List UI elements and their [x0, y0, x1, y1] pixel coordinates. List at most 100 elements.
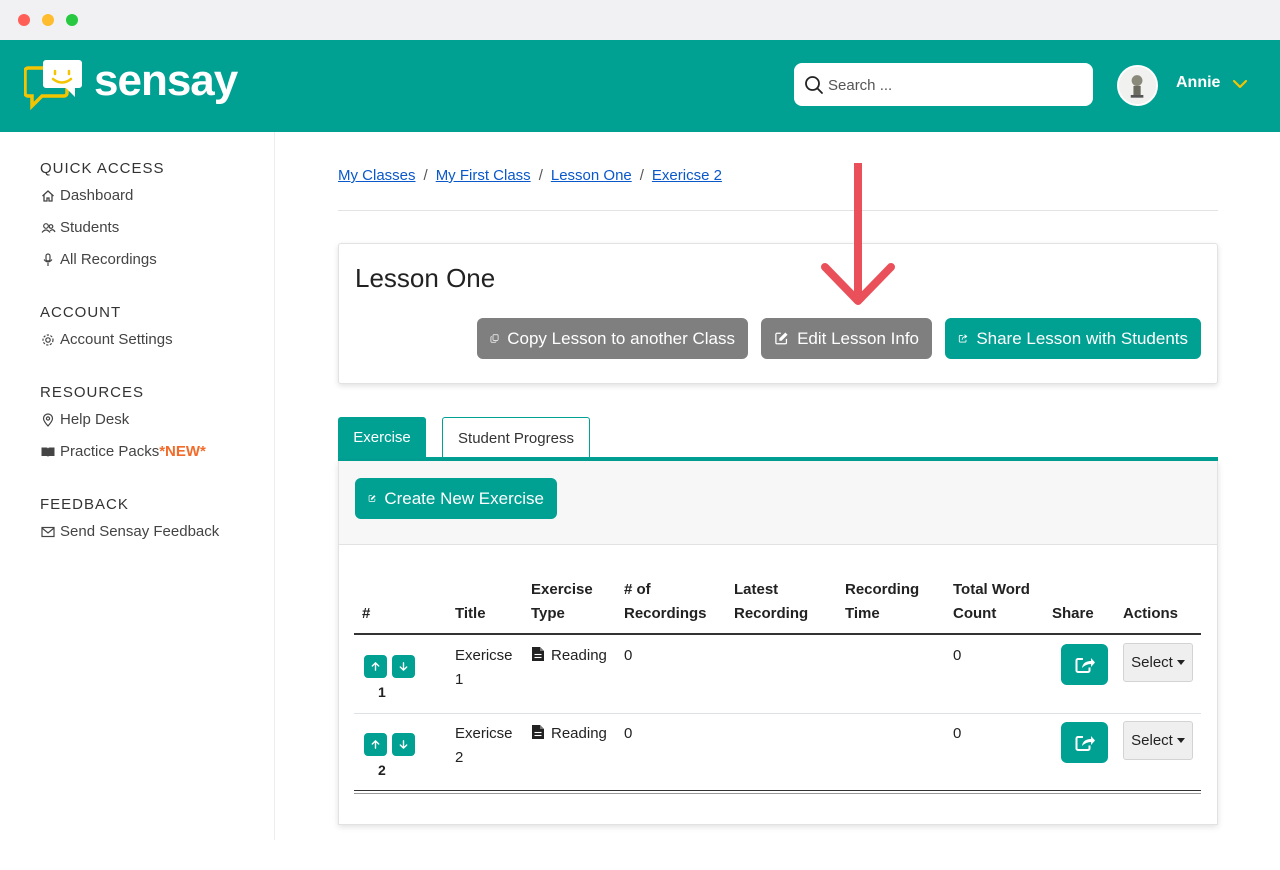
actions-select-dropdown[interactable]: Select	[1123, 643, 1193, 682]
exercise-type: Reading	[531, 722, 607, 746]
logo-chat-bubbles-icon[interactable]	[24, 58, 84, 112]
arrow-down-icon	[399, 740, 408, 749]
move-down-button[interactable]	[392, 655, 415, 678]
sidebar-item-help-desk[interactable]: Help Desk	[40, 411, 129, 428]
column-header-exercise-type: Exercise Type	[531, 581, 593, 622]
move-up-button[interactable]	[364, 655, 387, 678]
envelope-icon	[41, 526, 55, 537]
table-bottom-rule	[354, 793, 1201, 794]
breadcrumb-my-classes[interactable]: My Classes	[338, 167, 416, 184]
move-down-button[interactable]	[392, 733, 415, 756]
sidebar-item-label: Dashboard	[60, 187, 134, 204]
sidebar-heading-feedback: FEEDBACK	[40, 496, 129, 513]
search-box[interactable]	[794, 63, 1093, 106]
copy-icon	[490, 334, 499, 343]
exercise-panel: Create New Exercise	[338, 461, 1218, 825]
caret-down-icon	[1176, 660, 1185, 665]
copy-lesson-button[interactable]: Copy Lesson to another Class	[477, 318, 748, 359]
tab-exercise[interactable]: Exercise	[338, 417, 426, 458]
sidebar-item-label: All Recordings	[60, 251, 157, 268]
share-square-icon	[1075, 735, 1095, 751]
arrow-up-icon	[371, 662, 380, 671]
sidebar-item-label: Practice Packs	[60, 443, 160, 460]
app-header: sensay Annie	[0, 40, 1280, 132]
home-icon	[42, 189, 54, 202]
panel-toolbar: Create New Exercise	[339, 461, 1217, 545]
window-titlebar	[0, 0, 1280, 40]
app-logo-text[interactable]: sensay	[94, 56, 238, 106]
create-new-exercise-button[interactable]: Create New Exercise	[355, 478, 557, 519]
share-icon	[958, 334, 968, 343]
move-up-button[interactable]	[364, 733, 387, 756]
edit-icon	[775, 332, 788, 345]
sidebar-item-label: Send Sensay Feedback	[60, 523, 220, 540]
document-icon	[532, 725, 544, 739]
breadcrumb-separator: /	[639, 167, 644, 184]
exercise-title-link[interactable]: Exericse 1	[455, 644, 513, 692]
lesson-title: Lesson One	[355, 263, 496, 293]
column-header-share: Share	[1052, 605, 1094, 622]
arrow-down-icon	[399, 662, 408, 671]
sidebar-item-send-feedback[interactable]: Send Sensay Feedback	[40, 523, 219, 540]
sidebar-item-label: Account Settings	[60, 331, 173, 348]
column-header-number: #	[362, 605, 371, 622]
table-bottom-rule	[354, 790, 1201, 791]
recordings-count: 0	[624, 647, 633, 664]
breadcrumb-lesson-one[interactable]: Lesson One	[551, 167, 632, 184]
sidebar-item-label: Help Desk	[60, 411, 130, 428]
maximize-window-button[interactable]	[66, 14, 78, 26]
breadcrumb-my-first-class[interactable]: My First Class	[436, 167, 531, 184]
exercise-title-link[interactable]: Exericse 2	[455, 722, 513, 770]
arrow-up-icon	[371, 740, 380, 749]
user-avatar[interactable]	[1117, 65, 1158, 106]
users-icon	[41, 222, 56, 233]
book-icon	[41, 447, 55, 457]
user-name[interactable]: Annie	[1176, 74, 1220, 92]
share-lesson-button[interactable]: Share Lesson with Students	[945, 318, 1201, 359]
share-exercise-button[interactable]	[1061, 644, 1108, 685]
sidebar-heading-resources: RESOURCES	[40, 384, 145, 401]
word-count: 0	[953, 647, 962, 664]
row-divider	[354, 713, 1201, 714]
breadcrumb-separator: /	[423, 167, 428, 184]
share-exercise-button[interactable]	[1061, 722, 1108, 763]
row-number: 1	[378, 684, 386, 700]
sidebar-heading-quick-access: QUICK ACCESS	[40, 160, 165, 177]
sidebar-item-all-recordings[interactable]: All Recordings	[40, 251, 157, 268]
column-header-title: Title	[455, 605, 486, 622]
sidebar-heading-account: ACCOUNT	[40, 304, 122, 321]
tab-student-progress[interactable]: Student Progress	[442, 417, 590, 458]
location-pin-icon	[42, 412, 54, 427]
share-square-icon	[1075, 657, 1095, 673]
breadcrumb: My Classes / My First Class / Lesson One / Exe…	[338, 167, 722, 184]
column-header-total-word-count: Total Word Count	[953, 581, 1030, 622]
sidebar-item-account-settings[interactable]: Account Settings	[40, 331, 173, 348]
search-input[interactable]	[828, 74, 1078, 96]
column-header-recordings: # of Recordings	[624, 581, 707, 622]
column-header-latest-recording: Latest Recording	[734, 581, 809, 622]
column-header-recording-time: Recording Time	[845, 581, 920, 622]
row-number: 2	[378, 762, 386, 778]
table-header-rule	[354, 633, 1201, 635]
chevron-down-icon[interactable]	[1232, 78, 1248, 90]
breadcrumb-exercise-2[interactable]: Exericse 2	[652, 167, 722, 184]
search-icon	[805, 76, 823, 94]
minimize-window-button[interactable]	[42, 14, 54, 26]
new-badge: *NEW*	[159, 443, 206, 460]
actions-select-dropdown[interactable]: Select	[1123, 721, 1193, 760]
edit-lesson-info-button[interactable]: Edit Lesson Info	[761, 318, 932, 359]
sidebar-item-dashboard[interactable]: Dashboard	[40, 187, 133, 204]
sidebar-item-practice-packs[interactable]: Practice Packs*NEW*	[40, 443, 206, 460]
sidebar-item-students[interactable]: Students	[40, 219, 119, 236]
breadcrumb-separator: /	[538, 167, 543, 184]
sidebar-item-label: Students	[60, 219, 120, 236]
close-window-button[interactable]	[18, 14, 30, 26]
edit-icon	[368, 495, 376, 502]
caret-down-icon	[1176, 738, 1185, 743]
word-count: 0	[953, 725, 962, 742]
column-header-actions: Actions	[1123, 605, 1179, 622]
annotation-arrow-icon	[821, 163, 895, 305]
microphone-icon	[43, 252, 53, 266]
lesson-card: Lesson One Copy Lesson to another Class …	[338, 243, 1218, 384]
divider	[338, 210, 1218, 211]
